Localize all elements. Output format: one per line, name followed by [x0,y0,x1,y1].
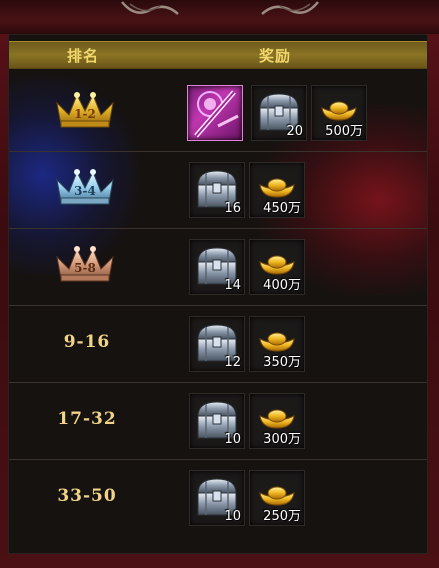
top-ornament [0,0,439,34]
rank-range-label: 9-16 [63,332,111,352]
table-row: 17-32 10 300万 [9,383,427,460]
reward-item-chest[interactable]: 14 [189,239,245,295]
reward-item-chest[interactable]: 10 [189,470,245,526]
table-row: 1-2 20 500万 [9,75,427,152]
table-row: 3-4 16 450万 [9,152,427,229]
rank-reward-panel: 排名 奖励 1-2 20 500万 3-4 16 450万 5-8 14 400… [8,34,428,554]
silver-crown-icon: 3-4 [53,164,117,208]
reward-item-chest[interactable]: 10 [189,393,245,449]
rank-range-label: 17-32 [57,409,117,429]
rank-range-label: 33-50 [57,486,117,506]
item-count: 16 [224,201,241,216]
reward-item-chest[interactable]: 16 [189,162,245,218]
reward-item-gold[interactable]: 450万 [249,162,305,218]
reward-column-header: 奖励 [259,47,292,65]
item-count: 10 [224,509,241,524]
reward-item-gold[interactable]: 500万 [311,85,367,141]
crown-rank-label: 3-4 [74,184,96,198]
item-count: 450万 [263,201,301,216]
item-count: 10 [224,432,241,447]
reward-item-gold[interactable]: 300万 [249,393,305,449]
item-count: 250万 [263,509,301,524]
reward-item-gold[interactable]: 250万 [249,470,305,526]
rank-column-header: 排名 [67,47,100,65]
item-count: 14 [224,278,241,293]
item-count: 500万 [325,124,363,139]
item-count: 300万 [263,432,301,447]
table-header: 排名 奖励 [9,41,427,69]
reward-item-gold[interactable]: 400万 [249,239,305,295]
ornament-right-icon [261,1,319,15]
reward-item-chest[interactable]: 20 [251,85,307,141]
item-count: 20 [286,124,303,139]
reward-item-chest[interactable]: 12 [189,316,245,372]
reward-item-gold[interactable]: 350万 [249,316,305,372]
table-row: 9-16 12 350万 [9,306,427,383]
crown-rank-label: 5-8 [74,261,96,275]
bronze-crown-icon: 5-8 [53,241,117,285]
item-count: 350万 [263,355,301,370]
reward-item-equipment[interactable] [187,85,243,141]
item-count: 12 [224,355,241,370]
table-row: 5-8 14 400万 [9,229,427,306]
table-row: 33-50 10 250万 [9,460,427,536]
crown-rank-label: 1-2 [74,107,96,121]
ornament-left-icon [121,1,179,15]
gold-crown-icon: 1-2 [53,87,117,131]
purple-equipment-icon [194,90,239,138]
item-count: 400万 [263,278,301,293]
